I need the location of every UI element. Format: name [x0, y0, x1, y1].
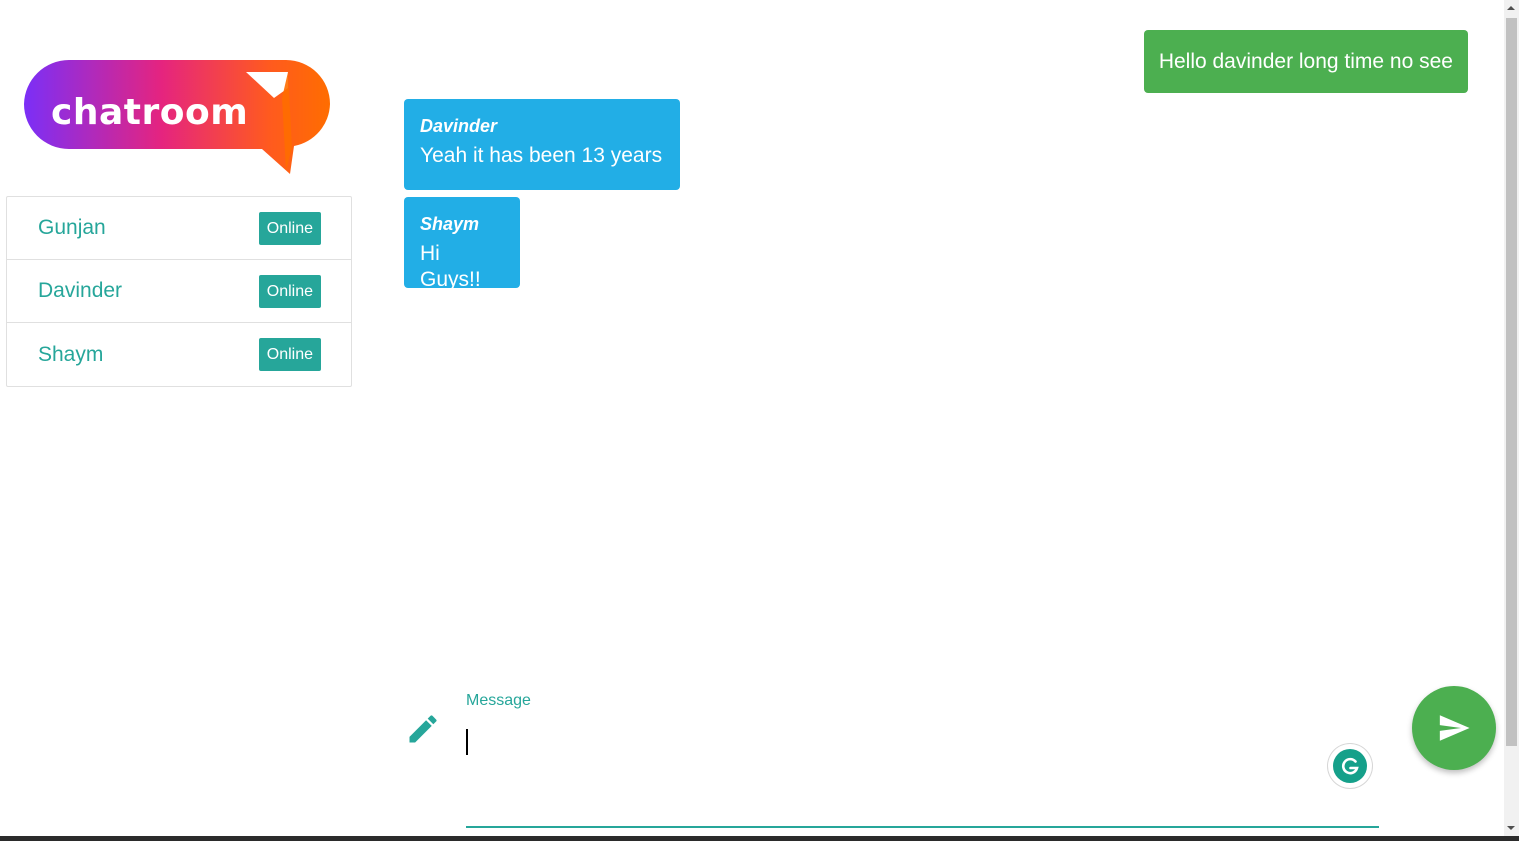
user-item-gunjan[interactable]: Gunjan Online — [7, 197, 351, 260]
status-badge: Online — [258, 338, 321, 371]
message-label: Message — [466, 692, 531, 709]
chatroom-logo: chatroom — [24, 58, 334, 178]
pencil-icon — [409, 715, 437, 743]
text-caret — [466, 729, 468, 755]
user-name: Gunjan — [38, 216, 106, 239]
message-input[interactable] — [466, 720, 1379, 828]
user-name: Davinder — [38, 279, 123, 302]
grammarly-icon — [1333, 749, 1367, 783]
user-name: Shaym — [38, 342, 104, 366]
send-icon — [1439, 715, 1470, 741]
message-author: Davinder — [420, 116, 498, 136]
chat-app: chatroom Gunjan Online Davinder Online S… — [0, 0, 1519, 841]
window-bottom-edge — [0, 836, 1519, 841]
status-badge: Online — [258, 211, 321, 245]
grammarly-button[interactable] — [1328, 744, 1372, 788]
message-bubble: Davinder Yeah it has been 13 years — [404, 99, 680, 190]
message-bubble: Shaym Hi Guys!! — [404, 197, 520, 291]
user-item-shaym[interactable]: Shaym Online — [7, 323, 351, 386]
scroll-up-arrow-icon[interactable] — [1507, 6, 1515, 10]
own-message-bubble: Hello davinder long time no see — [1143, 30, 1468, 93]
scroll-thumb[interactable] — [1506, 18, 1517, 746]
message-text: Yeah it has been 13 years — [420, 144, 663, 167]
message-author: Shaym — [420, 214, 480, 234]
online-users-list: Gunjan Online Davinder Online Shaym Onli… — [6, 196, 352, 387]
user-item-davinder[interactable]: Davinder Online — [7, 260, 351, 323]
send-button[interactable] — [1412, 686, 1496, 770]
message-text: Hi Guys!! — [420, 242, 481, 291]
status-badge: Online — [258, 274, 321, 308]
logo-text: chatroom — [51, 92, 249, 133]
page-scrollbar[interactable] — [1504, 0, 1519, 836]
scroll-down-arrow-icon[interactable] — [1507, 826, 1515, 830]
